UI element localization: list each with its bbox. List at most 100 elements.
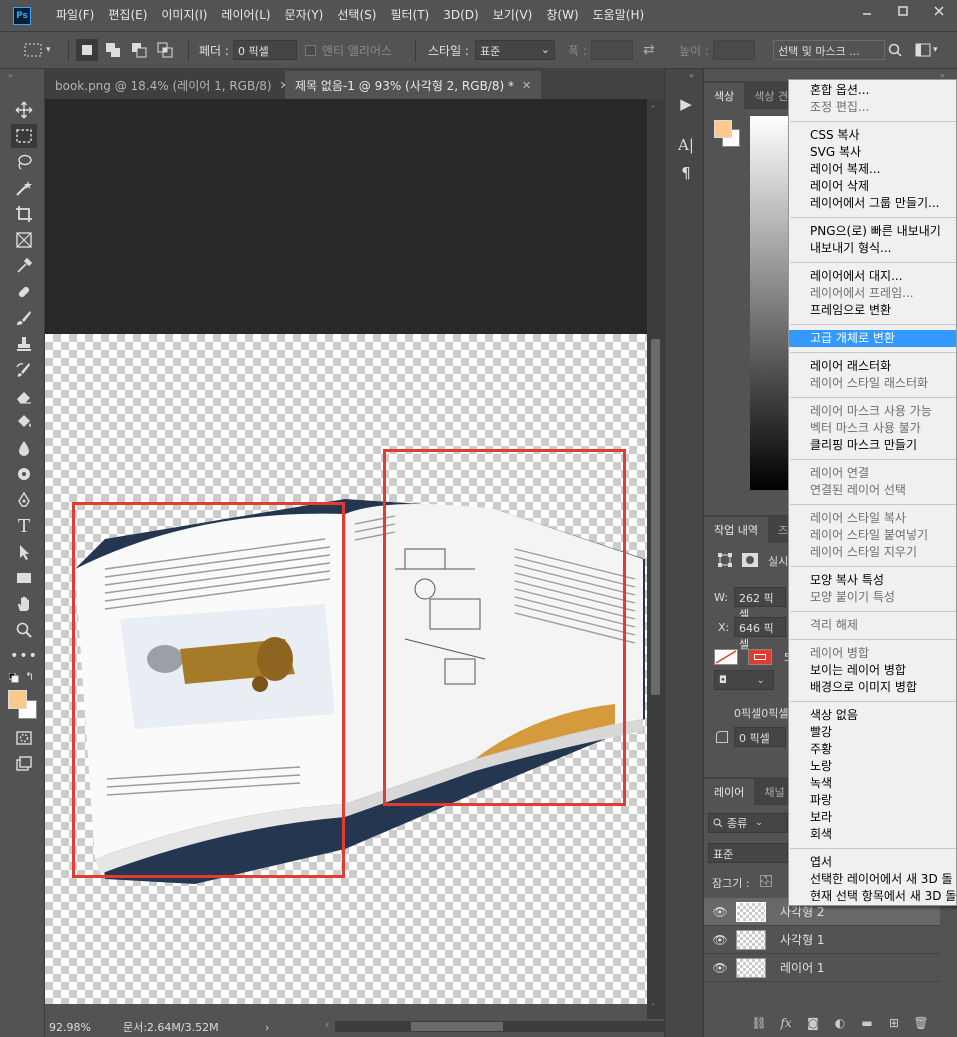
context-menu-item[interactable]: CSS 복사 (789, 127, 956, 144)
layer-name[interactable]: 사각형 1 (780, 931, 825, 948)
layer-row[interactable]: 👁 사각형 1 (704, 926, 940, 954)
new-selection-icon[interactable] (76, 39, 98, 61)
healing-brush-icon[interactable] (11, 280, 37, 304)
foreground-color-swatch[interactable] (8, 690, 27, 709)
scrollbar-thumb[interactable] (411, 1022, 503, 1031)
menu-file[interactable]: 파일(F) (49, 0, 101, 31)
context-menu-item[interactable]: 레이어에서 그룹 만들기... (789, 195, 956, 212)
context-menu-item[interactable]: 녹색 (789, 775, 956, 792)
context-menu-item[interactable]: 클리핑 마스크 만들기 (789, 437, 956, 454)
subtract-selection-icon[interactable] (128, 39, 150, 61)
tab-untitled[interactable]: 제목 없음-1 @ 93% (사각형 2, RGB/8) * ✕ (285, 71, 542, 99)
antialias-checkbox[interactable] (305, 44, 316, 56)
select-and-mask-button[interactable]: 선택 및 마스크 ... (773, 32, 885, 68)
context-menu-item[interactable]: 빨강 (789, 724, 956, 741)
layer-filter-select[interactable]: 종류 ⌄ (708, 813, 788, 833)
collapse-icon[interactable]: « (689, 71, 694, 80)
context-menu-item[interactable]: 색상 없음 (789, 707, 956, 724)
chevron-down-icon[interactable]: ˅ (651, 1003, 655, 1012)
context-menu-item[interactable]: 프레임으로 변환 (789, 302, 956, 319)
context-menu-item[interactable]: 레이어 연결 (789, 465, 956, 482)
menu-3d[interactable]: 3D(D) (436, 0, 485, 31)
context-menu-item[interactable]: 레이어 삭제 (789, 178, 956, 195)
brush-tool-icon[interactable] (11, 306, 37, 330)
canvas-area[interactable] (45, 99, 647, 1004)
search-icon[interactable] (888, 32, 902, 68)
swap-icon[interactable]: ⇄ (643, 32, 655, 68)
mask-icon[interactable] (742, 553, 758, 570)
chevron-left-icon[interactable]: ‹ (325, 1018, 329, 1031)
restore-icon[interactable] (885, 0, 921, 22)
eraser-tool-icon[interactable] (11, 384, 37, 408)
menu-help[interactable]: 도움말(H) (586, 0, 652, 31)
menu-edit[interactable]: 편집(E) (101, 0, 154, 31)
context-menu-item[interactable]: 레이어 스타일 붙여넣기 (789, 527, 956, 544)
more-tools-icon[interactable]: ••• (10, 644, 37, 668)
context-menu-item[interactable]: 고급 개체로 변환 (789, 330, 956, 347)
context-menu-item[interactable]: 조정 편집... (789, 99, 956, 116)
eyedropper-icon[interactable] (11, 254, 37, 278)
workspace-icon[interactable]: ▾ (915, 32, 938, 68)
chevron-right-icon[interactable]: › (265, 1021, 269, 1034)
eye-icon[interactable]: 👁 (704, 905, 736, 919)
context-menu-item[interactable]: 레이어 복제... (789, 161, 956, 178)
scrollbar-thumb[interactable] (651, 339, 660, 695)
quick-mask-icon[interactable] (11, 726, 37, 750)
tab-book[interactable]: book.png @ 18.4% (레이어 1, RGB/8) ✕ (45, 71, 299, 99)
menu-filter[interactable]: 필터(T) (383, 0, 436, 31)
style-select[interactable]: 표준 ⌄ (474, 40, 555, 60)
vertical-scrollbar[interactable]: ˄ ˅ (647, 99, 664, 1019)
transform-icon[interactable] (718, 553, 732, 570)
context-menu-item[interactable]: 보라 (789, 809, 956, 826)
context-menu-item[interactable]: 혼합 옵션... (789, 82, 956, 99)
stroke-type-select[interactable]: ◘ ⌄ (714, 670, 774, 690)
collapse-icon[interactable]: » (8, 71, 13, 80)
eye-icon[interactable]: 👁 (704, 933, 736, 947)
menu-image[interactable]: 이미지(I) (154, 0, 214, 31)
context-menu-item[interactable]: 레이어 스타일 래스터화 (789, 375, 956, 392)
fx-icon[interactable]: fx (775, 1014, 797, 1032)
frame-tool-icon[interactable] (11, 228, 37, 252)
rectangle-tool-icon[interactable] (11, 566, 37, 590)
zoom-tool-icon[interactable] (11, 618, 37, 642)
paint-bucket-icon[interactable] (11, 410, 37, 434)
stamp-tool-icon[interactable] (11, 332, 37, 356)
trash-icon[interactable]: 🗑 (910, 1014, 932, 1032)
folder-icon[interactable]: ▬ (856, 1014, 878, 1032)
context-menu-item[interactable]: 엽서 (789, 854, 956, 871)
close-icon[interactable]: ✕ (522, 79, 531, 92)
context-menu-item[interactable]: 연결된 레이어 선택 (789, 482, 956, 499)
magic-wand-icon[interactable] (11, 176, 37, 200)
type-tool-icon[interactable]: T (11, 514, 37, 538)
context-menu-item[interactable]: 내보내기 형식... (789, 240, 956, 257)
height-input[interactable] (712, 40, 755, 60)
context-menu-item[interactable]: PNG으(로) 빠른 내보내기 (789, 223, 956, 240)
x-input[interactable]: 646 픽셀 (734, 617, 786, 651)
corner-radius-input[interactable]: 0 픽셀 (734, 727, 786, 747)
context-menu-item[interactable]: 선택한 레이어에서 새 3D 돌 (789, 871, 956, 888)
context-menu-item[interactable]: 주황 (789, 741, 956, 758)
horizontal-scrollbar[interactable]: ‹ › (325, 1018, 685, 1032)
link-icon[interactable]: ⛓ (748, 1014, 770, 1032)
menu-window[interactable]: 창(W) (539, 0, 585, 31)
tab-color[interactable]: 색상 (704, 83, 745, 109)
context-menu-item[interactable]: 보이는 레이어 병합 (789, 662, 956, 679)
swap-colors-icon[interactable]: ↰ (25, 670, 34, 683)
fill-none-swatch[interactable] (714, 649, 738, 665)
blur-tool-icon[interactable] (11, 436, 37, 460)
context-menu-item[interactable]: 모양 복사 특성 (789, 572, 956, 589)
tab-layers[interactable]: 레이어 (704, 779, 755, 805)
play-icon[interactable]: ▶ (676, 94, 696, 114)
new-layer-icon[interactable]: ⊞ (883, 1014, 905, 1032)
add-selection-icon[interactable] (102, 39, 124, 61)
context-menu-item[interactable]: 레이어 스타일 복사 (789, 510, 956, 527)
feather-input[interactable]: 0 픽셀 (232, 40, 297, 60)
foreground-color-swatch[interactable] (714, 120, 732, 138)
screen-mode-icon[interactable] (11, 752, 37, 776)
minimize-icon[interactable] (849, 0, 885, 22)
context-menu-item[interactable]: 레이어 스타일 지우기 (789, 544, 956, 561)
menu-view[interactable]: 보기(V) (486, 0, 540, 31)
move-tool-icon[interactable] (11, 98, 37, 122)
context-menu-item[interactable]: SVG 복사 (789, 144, 956, 161)
crop-tool-icon[interactable] (11, 202, 37, 226)
